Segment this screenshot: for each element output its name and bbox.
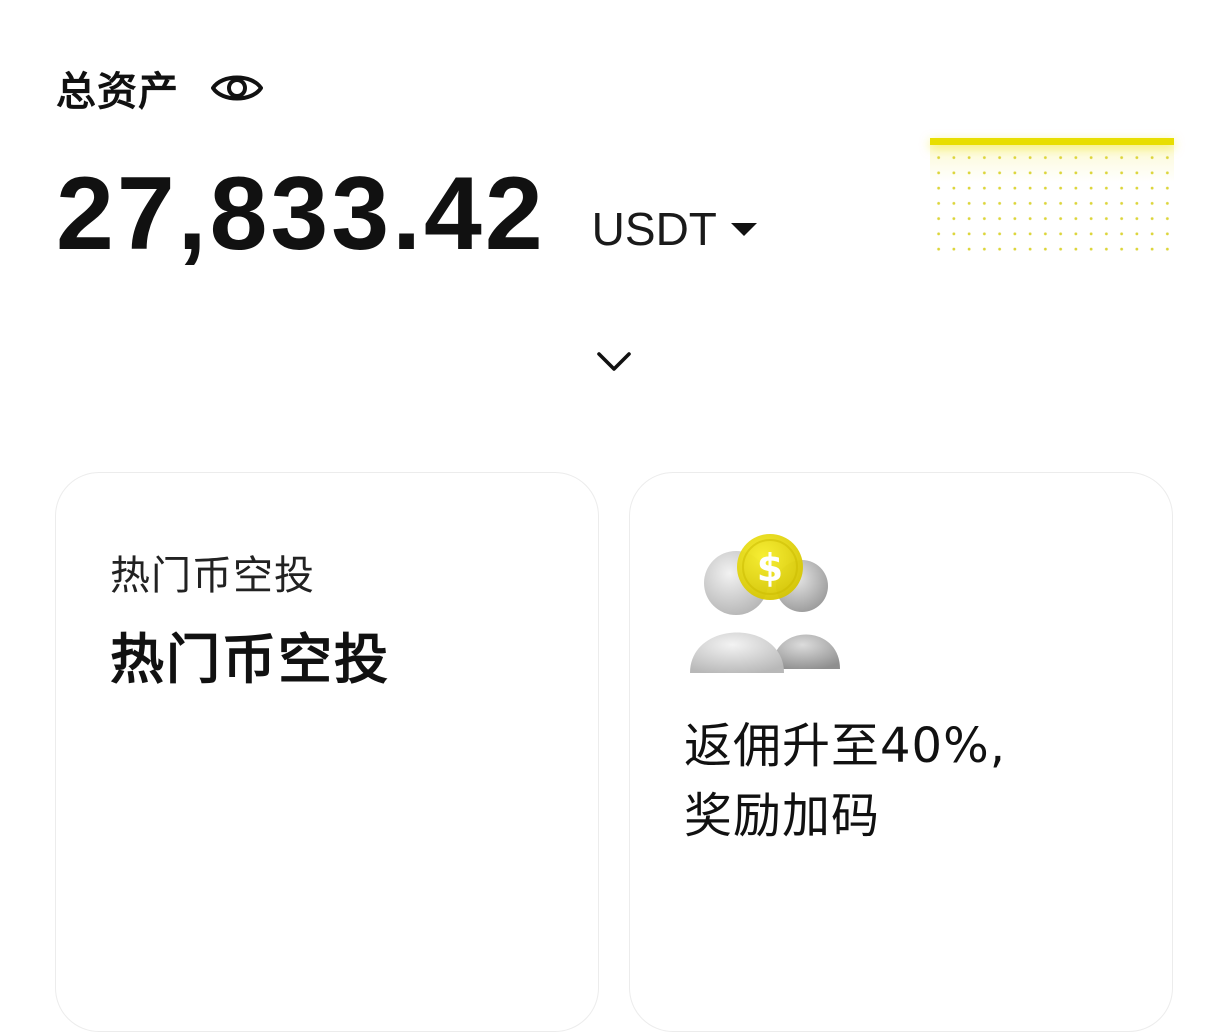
caret-down-icon — [730, 222, 757, 236]
currency-label: USDT — [591, 203, 717, 255]
referral-card[interactable]: $ 返佣升至40%, 奖励加码 — [629, 472, 1173, 1032]
eye-icon[interactable] — [209, 64, 265, 112]
decorative-dots — [930, 148, 1174, 254]
svg-text:$: $ — [757, 546, 783, 590]
referral-card-line-2: 奖励加码 — [684, 788, 881, 844]
airdrop-card-subtitle: 热门币空投 — [110, 553, 315, 599]
airdrop-card-title: 热门币空投 — [110, 628, 390, 691]
total-assets-label: 总资产 — [56, 69, 179, 115]
decorative-dot-pattern — [930, 134, 1174, 256]
referral-card-text: 返佣升至40%, 奖励加码 — [684, 711, 1124, 851]
total-assets-header: 总资产 — [56, 62, 265, 115]
users-with-coin-icon: $ — [684, 531, 844, 679]
balance-amount: 27,833.42 — [56, 156, 546, 272]
chevron-down-icon[interactable] — [590, 338, 638, 386]
airdrop-card[interactable]: 热门币空投 热门币空投 — [55, 472, 599, 1032]
decorative-accent-bar — [930, 138, 1174, 145]
referral-card-line-1: 返佣升至40%, — [684, 718, 1006, 774]
currency-selector[interactable]: USDT — [592, 202, 757, 256]
balance-row: 27,833.42 USDT — [56, 150, 757, 266]
